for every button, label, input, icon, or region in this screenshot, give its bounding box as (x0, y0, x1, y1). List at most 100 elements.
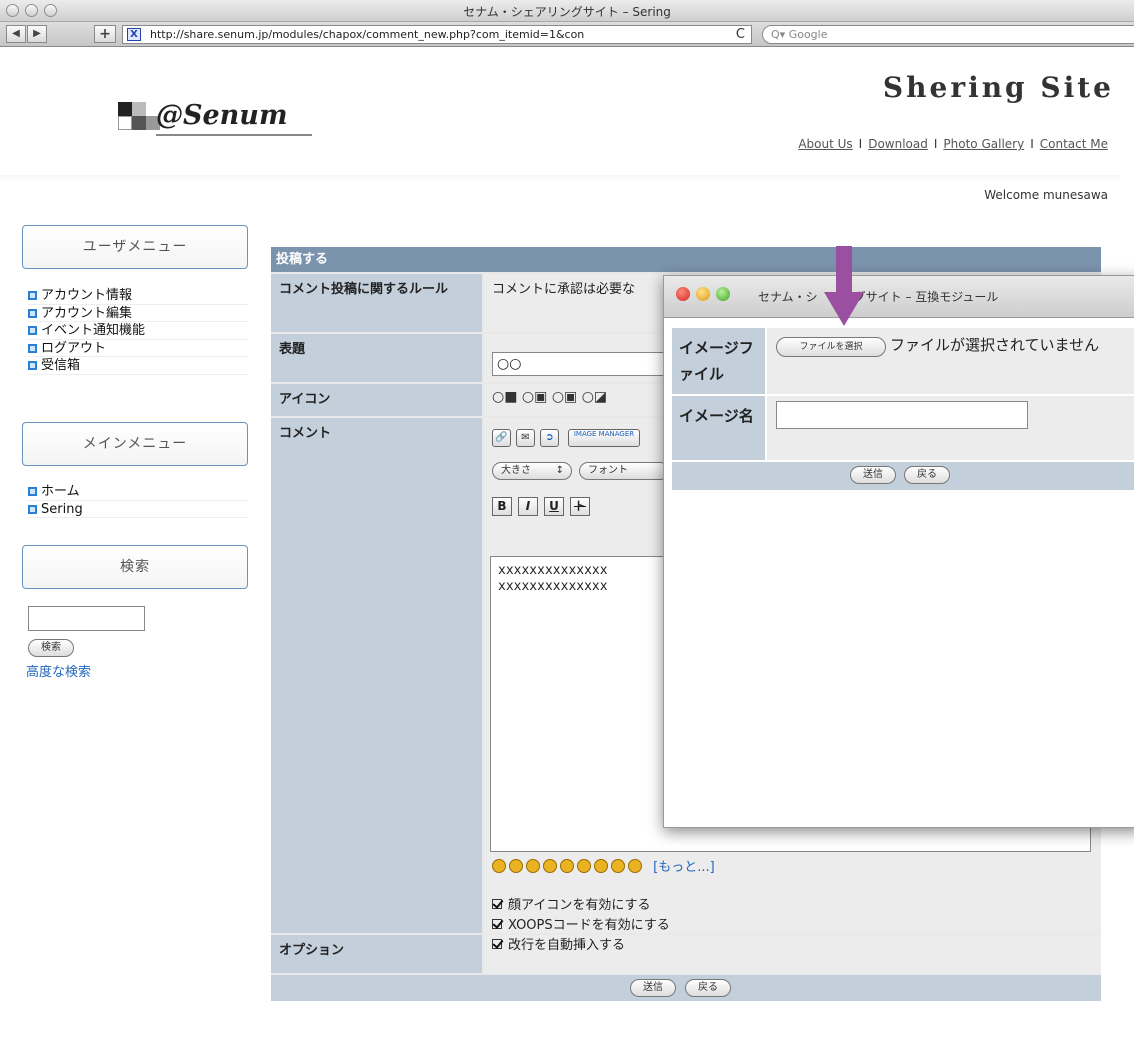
nav-separator: I (933, 137, 938, 151)
search-button[interactable]: 検索 (28, 639, 74, 657)
image-manager-button[interactable]: IMAGE MANAGER (568, 429, 640, 447)
sidebar-item-sering[interactable]: Sering (28, 501, 248, 518)
smiley-icon[interactable] (594, 859, 608, 873)
bold-button[interactable]: B (492, 497, 512, 516)
icon-radio-group[interactable]: ○■ ○▣ ○▣ ○◪ (492, 389, 607, 405)
browser-toolbar: ◀ ▶ + X http://share.senum.jp/modules/ch… (0, 22, 1134, 47)
logo-square-icon (118, 116, 132, 130)
option-xoops-code[interactable]: XOOPSコードを有効にする (492, 916, 670, 936)
search-input[interactable] (28, 606, 145, 631)
bullet-icon (28, 343, 37, 353)
option-smileys[interactable]: 顔アイコンを有効にする (492, 896, 670, 916)
form-footer: 送信 戻る (271, 975, 1101, 1001)
sidebar-item-event-notify[interactable]: イベント通知機能 (28, 322, 248, 340)
icon-radio-4[interactable]: ○◪ (582, 389, 607, 405)
bullet-icon (28, 326, 37, 335)
sidebar-item-label: ログアウト (41, 340, 107, 356)
logo-text: @Senum (156, 100, 288, 131)
sidebar-item-home[interactable]: ホーム (28, 483, 248, 501)
search-placeholder: Google (788, 28, 828, 41)
site-logo[interactable]: @Senum (118, 90, 314, 136)
reload-icon[interactable]: C (736, 26, 745, 43)
comment-label: コメント (271, 418, 482, 933)
address-bar[interactable]: X http://share.senum.jp/modules/chapox/c… (122, 25, 752, 44)
sidebar-item-label: ホーム (41, 484, 80, 499)
annotation-arrow-icon (824, 246, 864, 326)
file-status-text: ファイルが選択されていません (890, 336, 1100, 354)
email-icon[interactable]: ✉ (516, 429, 535, 447)
nav-photo-gallery[interactable]: Photo Gallery (943, 137, 1024, 151)
nav-download[interactable]: Download (868, 137, 928, 151)
choose-file-button[interactable]: ファイルを選択 (776, 337, 886, 357)
smiley-bar: [もっと...] (492, 856, 715, 875)
option-label: XOOPSコードを有効にする (508, 918, 670, 933)
smiley-icon[interactable] (543, 859, 557, 873)
option-auto-linebreak[interactable]: 改行を自動挿入する (492, 936, 670, 956)
smiley-icon[interactable] (577, 859, 591, 873)
sidebar-item-account-edit[interactable]: アカウント編集 (28, 305, 248, 322)
popup-titlebar: セナム・シ リングサイト – 互換モジュール (664, 276, 1134, 318)
main-menu-list: ホーム Sering (28, 483, 248, 518)
checkbox-checked-icon[interactable] (492, 919, 502, 929)
popup-title: セナム・シ リングサイト – 互換モジュール (758, 290, 999, 304)
search-field[interactable]: Q▾ Google (762, 25, 1134, 44)
logo-underline (156, 134, 312, 136)
logo-square-icon (132, 116, 146, 130)
sidebar-item-inbox[interactable]: 受信箱 (28, 357, 248, 375)
chevron-updown-icon: ↕ (555, 465, 564, 476)
add-bookmark-button[interactable]: + (94, 25, 116, 43)
sidebar-item-label: イベント通知機能 (41, 323, 146, 338)
nav-contact-me[interactable]: Contact Me (1040, 137, 1108, 151)
sidebar-item-account-info[interactable]: アカウント情報 (28, 287, 248, 305)
back-form-button[interactable]: 戻る (685, 979, 731, 997)
popup-back-button[interactable]: 戻る (904, 466, 950, 484)
icon-radio-3[interactable]: ○▣ (552, 389, 577, 405)
smiley-icon[interactable] (526, 859, 540, 873)
logo-square-icon (132, 102, 146, 116)
popup-footer: 送信 戻る (672, 462, 1134, 490)
underline-button[interactable]: U (544, 497, 564, 516)
minimize-window-icon[interactable] (696, 287, 710, 301)
checkbox-checked-icon[interactable] (492, 939, 502, 949)
advanced-search-link[interactable]: 高度な検索 (26, 661, 91, 680)
options-list: 顔アイコンを有効にする XOOPSコードを有効にする 改行を自動挿入する (492, 896, 670, 956)
welcome-message: Welcome munesawa (984, 188, 1108, 202)
popup-submit-button[interactable]: 送信 (850, 466, 896, 484)
search-magnifier-icon: Q▾ (771, 28, 789, 41)
bullet-icon (28, 487, 37, 496)
zoom-window-icon[interactable] (716, 287, 730, 301)
close-window-icon[interactable] (676, 287, 690, 301)
smiley-icon[interactable] (560, 859, 574, 873)
smiley-icon[interactable] (492, 859, 506, 873)
smiley-icon[interactable] (509, 859, 523, 873)
sidebar-item-label: アカウント編集 (41, 305, 133, 321)
image-name-label: イメージ名 (672, 396, 765, 460)
sidebar-item-label: Sering (41, 501, 83, 517)
more-smileys-link[interactable]: [もっと...] (653, 860, 715, 875)
strikethrough-button[interactable]: ト (570, 497, 590, 516)
bullet-icon (28, 291, 37, 300)
submit-button[interactable]: 送信 (630, 979, 676, 997)
nav-about-us[interactable]: About Us (798, 137, 852, 151)
image-icon[interactable]: ➲ (540, 429, 559, 447)
title-label: 表題 (271, 334, 482, 382)
checkbox-checked-icon[interactable] (492, 899, 502, 909)
back-button[interactable]: ◀ (6, 25, 26, 43)
options-label: オプション (271, 935, 482, 973)
font-select[interactable]: フォント (579, 462, 669, 480)
forward-button[interactable]: ▶ (27, 25, 47, 43)
sidebar-item-logout[interactable]: ログアウト (28, 340, 248, 357)
smiley-icon[interactable] (611, 859, 625, 873)
browser-window: セナム・シェアリングサイト – Sering ◀ ▶ + X http://sh… (0, 0, 1134, 1056)
main-menu-header: メインメニュー (22, 422, 248, 466)
bullet-icon (28, 361, 37, 370)
smiley-icon[interactable] (628, 859, 642, 873)
italic-button[interactable]: I (518, 497, 538, 516)
image-upload-popup: セナム・シ リングサイト – 互換モジュール イメージファイル ファイルを選択 … (663, 275, 1134, 828)
image-name-input[interactable] (776, 401, 1028, 429)
url-icon[interactable]: 🔗 (492, 429, 511, 447)
icon-radio-1[interactable]: ○■ (492, 389, 517, 405)
top-navigation: About Us I Download I Photo Gallery I Contact … (798, 137, 1108, 151)
icon-radio-2[interactable]: ○▣ (522, 389, 547, 405)
size-select[interactable]: 大きさ ↕ (492, 462, 572, 480)
